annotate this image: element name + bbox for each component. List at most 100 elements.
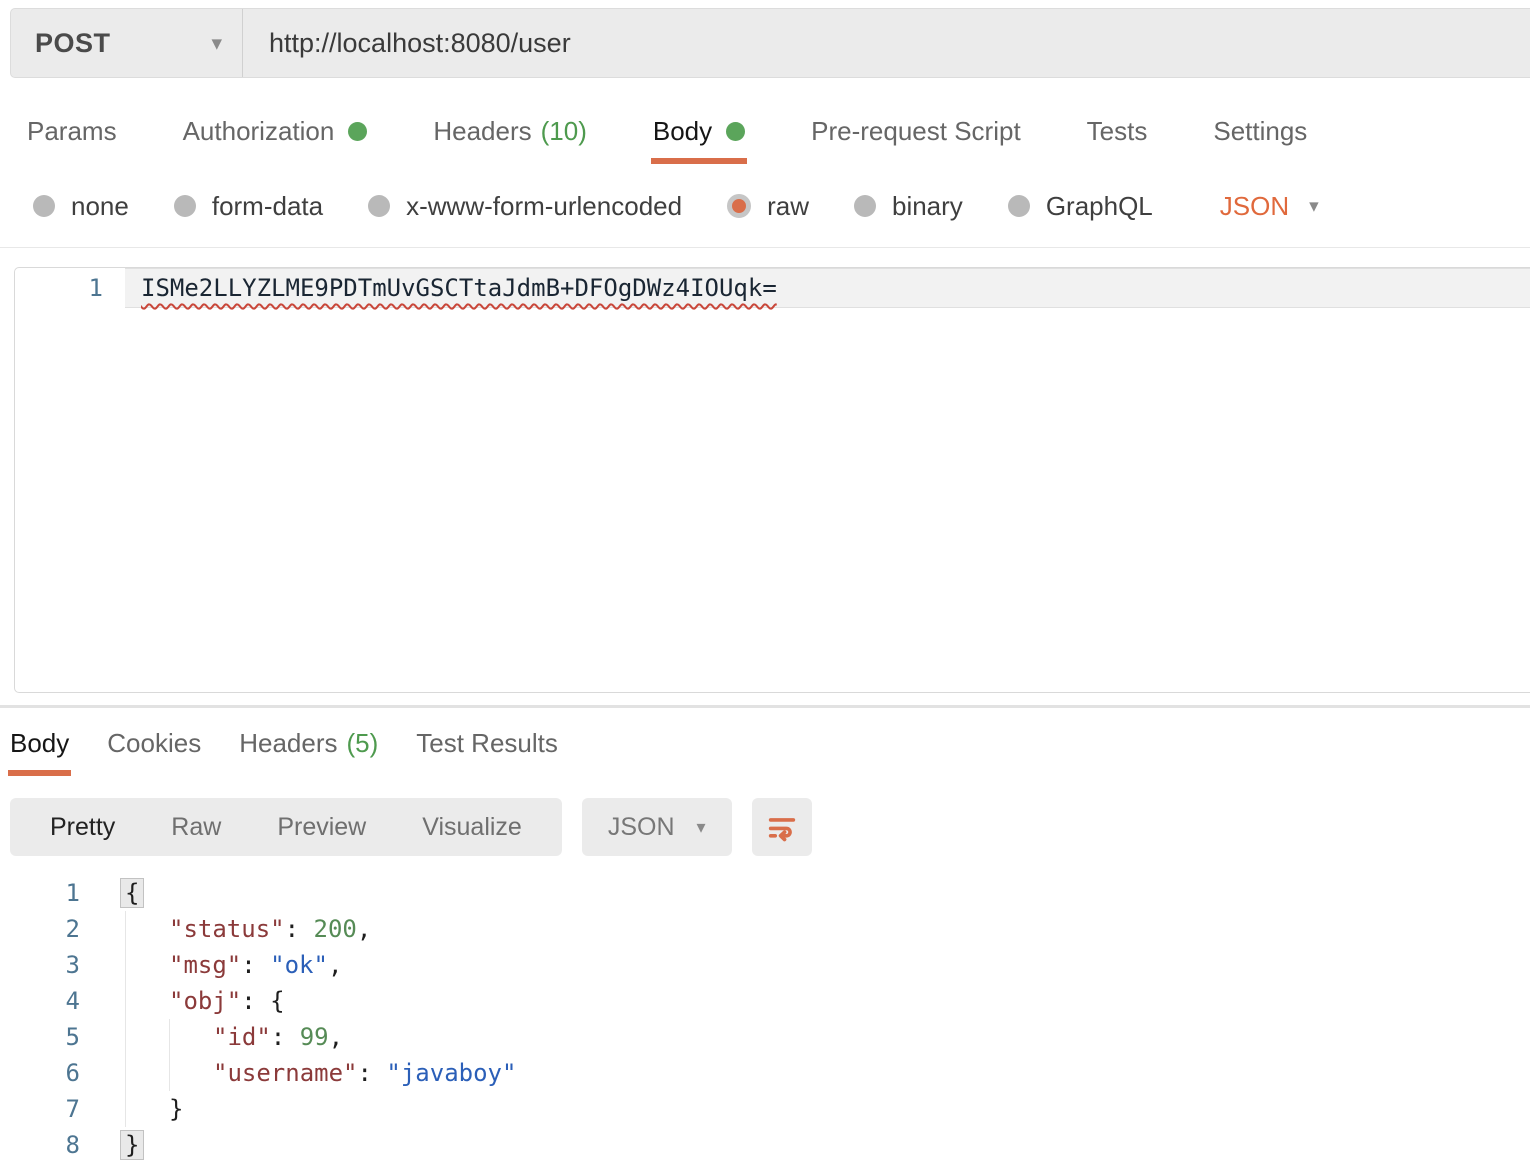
response-code-line: 2"status": 200, [0,911,1530,947]
response-line-content: "msg": "ok", [96,947,342,983]
indent-guide [125,983,169,1019]
response-format-label: JSON [608,813,675,842]
radio-circle-icon [33,195,55,217]
request-url-bar: POST ▾ http://localhost:8080/user [10,8,1530,78]
response-divider [0,705,1530,708]
response-line-number: 2 [0,911,96,947]
body-type-radio-raw[interactable]: raw [727,191,809,222]
chevron-down-icon: ▾ [697,818,706,836]
response-code-line: 7} [0,1091,1530,1127]
tab-count-badge: (10) [541,116,587,147]
radio-label: binary [892,191,963,222]
body-type-row: none form-data x-www-form-urlencoded raw bin… [33,180,1319,232]
tab-label: Settings [1213,116,1307,147]
response-line-content: { [96,875,144,911]
json-punctuation: : [358,1059,387,1087]
radio-circle-icon [368,195,390,217]
response-tab-test-results[interactable]: Test Results [414,716,560,776]
response-code-line: 4"obj": { [0,983,1530,1019]
request-body-text: ISMe2LLYZLME9PDTmUvGSCTtaJdmB+DFOgDWz4IO… [141,274,777,302]
body-type-radio-graphql[interactable]: GraphQL [1008,191,1153,222]
response-body-viewer: 1{2"status": 200,3"msg": "ok",4"obj": {5… [0,875,1530,1163]
request-tab-params[interactable]: Params [25,104,119,164]
json-punctuation: : [285,915,314,943]
request-tab-body[interactable]: Body [651,104,747,164]
json-key: "id" [213,1023,271,1051]
response-code-line: 5"id": 99, [0,1019,1530,1055]
tab-label: Body [653,116,712,147]
request-body-editor[interactable]: 1ISMe2LLYZLME9PDTmUvGSCTtaJdmB+DFOgDWz4I… [14,267,1530,693]
response-line-number: 6 [0,1055,96,1091]
json-string: "ok" [270,951,328,979]
json-punctuation: : [241,951,270,979]
response-view-switcher: PrettyRawPreviewVisualize [10,798,562,856]
tab-label: Tests [1087,116,1148,147]
json-punctuation: : [271,1023,300,1051]
editor-line: 1ISMe2LLYZLME9PDTmUvGSCTtaJdmB+DFOgDWz4I… [15,268,1530,308]
body-type-radio-form-data[interactable]: form-data [174,191,323,222]
response-line-content: } [96,1127,144,1163]
response-line-content: "status": 200, [96,911,371,947]
indent-guide [125,911,169,947]
request-tab-settings[interactable]: Settings [1211,104,1309,164]
body-format-dropdown[interactable]: JSON▾ [1220,191,1319,222]
request-tab-tests[interactable]: Tests [1085,104,1150,164]
request-tab-headers[interactable]: Headers (10) [431,104,589,164]
response-code-line: 6"username": "javaboy" [0,1055,1530,1091]
request-tabs: Params Authorization Headers (10) Body Pre-re… [25,104,1371,164]
body-type-radio-x-www-form-urlencoded[interactable]: x-www-form-urlencoded [368,191,682,222]
response-line-number: 1 [0,875,96,911]
json-number: 99 [300,1023,329,1051]
response-tab-headers[interactable]: Headers(5) [237,716,380,776]
response-view-preview[interactable]: Preview [249,813,394,842]
chevron-down-icon: ▾ [1309,197,1319,216]
json-number: 200 [314,915,357,943]
json-brace-highlight: } [120,1130,144,1160]
response-view-raw[interactable]: Raw [143,813,249,842]
response-format-dropdown[interactable]: JSON ▾ [582,798,732,856]
body-type-radio-binary[interactable]: binary [854,191,963,222]
radio-label: none [71,191,129,222]
url-text: http://localhost:8080/user [269,28,571,59]
response-line-content: "id": 99, [96,1019,343,1055]
chevron-down-icon: ▾ [211,33,222,54]
request-tab-pre-request-script[interactable]: Pre-request Script [809,104,1023,164]
http-method-dropdown[interactable]: POST ▾ [11,9,243,77]
radio-label: raw [767,191,809,222]
section-divider [0,247,1530,248]
response-code-line: 3"msg": "ok", [0,947,1530,983]
tab-label: Authorization [183,116,335,147]
radio-circle-icon [727,194,751,218]
tab-label: Params [27,116,117,147]
json-key: "msg" [169,951,241,979]
response-tab-body[interactable]: Body [8,716,71,776]
body-type-radio-none[interactable]: none [33,191,129,222]
http-method-label: POST [35,28,111,59]
response-tabs: Body Cookies Headers(5) Test Results [8,716,594,776]
response-toolbar: PrettyRawPreviewVisualize JSON ▾ [10,798,812,856]
response-tab-cookies[interactable]: Cookies [105,716,203,776]
tab-label: Headers [433,116,531,147]
request-tab-authorization[interactable]: Authorization [181,104,370,164]
response-line-content: } [96,1091,183,1127]
green-dot-icon [726,122,745,141]
json-punctuation: , [328,951,342,979]
editor-line-content[interactable]: ISMe2LLYZLME9PDTmUvGSCTtaJdmB+DFOgDWz4IO… [125,268,1530,308]
text-wrap-icon [765,810,799,844]
tab-label: Test Results [416,728,558,759]
response-code-line: 8} [0,1127,1530,1163]
json-key: "status" [169,915,285,943]
response-view-visualize[interactable]: Visualize [394,813,550,842]
json-punctuation: , [357,915,371,943]
response-view-pretty[interactable]: Pretty [22,813,143,842]
json-punctuation: { [270,987,284,1015]
tab-count-badge: (5) [346,728,378,759]
response-line-number: 5 [0,1019,96,1055]
url-input[interactable]: http://localhost:8080/user [243,9,1530,77]
response-line-content: "obj": { [96,983,285,1019]
response-line-number: 7 [0,1091,96,1127]
indent-guide [169,1019,213,1055]
json-brace-highlight: { [120,878,144,908]
wrap-text-button[interactable] [752,798,812,856]
response-line-content: "username": "javaboy" [96,1055,516,1091]
